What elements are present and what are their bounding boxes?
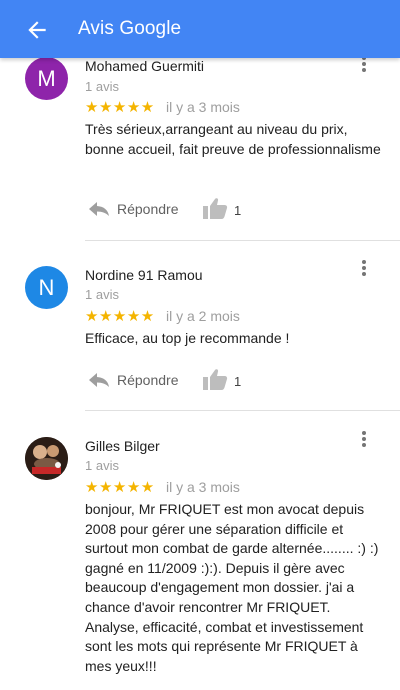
review-date: il y a 3 mois [166,99,240,115]
thumbs-up-icon[interactable] [202,368,228,390]
review-count: 1 avis [85,287,119,302]
avatar[interactable]: M [25,57,68,100]
star-rating: ★★★★★ [85,99,155,116]
reviewer-name[interactable]: Nordine 91 Ramou [85,267,203,283]
reviewer-name[interactable]: Mohamed Guermiti [85,58,204,74]
avatar-photo[interactable] [25,437,68,480]
divider [85,240,400,241]
reply-button[interactable]: Répondre [117,372,179,388]
review-text: Efficace, au top je recommande ! [85,330,290,346]
review-text: Très sérieux,arrangeant au niveau du pri… [85,121,381,157]
avatar-letter: N [38,275,55,300]
star-rating: ★★★★★ [85,479,155,496]
back-arrow-icon[interactable] [24,17,50,43]
avatar[interactable]: N [25,266,68,309]
review-date: il y a 2 mois [166,308,240,324]
star-rating: ★★★★★ [85,308,155,325]
reply-icon[interactable] [88,201,110,217]
like-count: 1 [234,203,242,218]
review-count: 1 avis [85,458,119,473]
page-title: Avis Google [78,18,182,39]
review-text: bonjour, Mr FRIQUET est mon avocat depui… [85,501,379,674]
reply-button[interactable]: Répondre [117,201,179,217]
thumbs-up-icon[interactable] [202,197,228,219]
divider [85,410,400,411]
reviewer-name[interactable]: Gilles Bilger [85,438,160,454]
like-count: 1 [234,374,242,389]
review-date: il y a 3 mois [166,479,240,495]
review-count: 1 avis [85,79,119,94]
app-bar: Avis Google [0,0,400,58]
more-options-icon[interactable] [356,259,372,277]
reply-icon[interactable] [88,372,110,388]
more-options-icon[interactable] [356,430,372,448]
avatar-letter: M [37,66,56,91]
